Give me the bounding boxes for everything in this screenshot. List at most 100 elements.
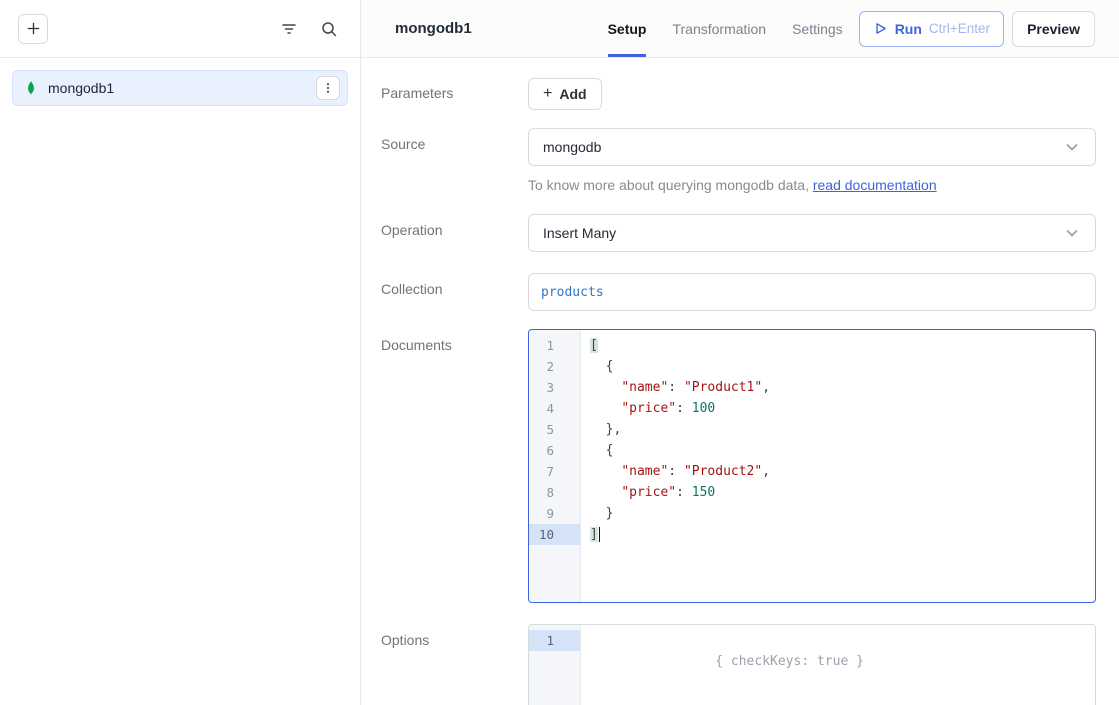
code-line[interactable]: "name": "Product1", [590, 377, 1095, 398]
code-line[interactable]: { checkKeys: true } [590, 630, 1095, 651]
code-line[interactable]: { [590, 440, 1095, 461]
collection-value: products [541, 285, 604, 300]
code-token: }, [590, 422, 621, 437]
source-label: Source [381, 128, 528, 193]
options-label: Options [381, 624, 528, 705]
code-token: "price" [621, 401, 676, 416]
options-editor[interactable]: 1 { checkKeys: true } [528, 624, 1096, 705]
source-helper-text: To know more about querying mongodb data… [528, 177, 1096, 193]
parameters-label: Parameters [381, 78, 528, 110]
documents-editor[interactable]: 12345678910 [ { "name": "Product1", "pri… [528, 329, 1096, 603]
line-number: 1 [529, 630, 580, 651]
code-line[interactable]: "name": "Product2", [590, 461, 1095, 482]
collection-label: Collection [381, 273, 528, 311]
code-line[interactable]: "price": 150 [590, 482, 1095, 503]
code-token [590, 380, 621, 395]
code-line[interactable]: "price": 100 [590, 398, 1095, 419]
code-token: { [590, 443, 613, 458]
run-label: Run [895, 21, 922, 37]
add-parameter-button[interactable]: + Add [528, 78, 602, 110]
plus-icon [26, 21, 41, 36]
tab-settings[interactable]: Settings [792, 0, 843, 57]
code-token [590, 401, 621, 416]
code-token: : [676, 485, 692, 500]
add-query-button[interactable] [18, 14, 48, 44]
query-list-item-mongodb1[interactable]: mongodb1 [12, 70, 348, 106]
kebab-menu-button[interactable] [316, 76, 340, 100]
line-number: 2 [529, 356, 580, 377]
query-form: Parameters + Add Source mongodb [361, 58, 1119, 705]
line-number: 10 [529, 524, 580, 545]
operation-select[interactable]: Insert Many [528, 214, 1096, 252]
tab-setup[interactable]: Setup [608, 0, 647, 57]
run-button[interactable]: Run Ctrl+Enter [859, 11, 1004, 47]
mongodb-icon [23, 80, 39, 96]
line-number: 5 [529, 419, 580, 440]
add-parameter-label: Add [559, 86, 586, 102]
operation-label: Operation [381, 214, 528, 252]
code-token: } [590, 506, 613, 521]
code-line[interactable]: ] [590, 524, 1095, 545]
tabs: Setup Transformation Settings [608, 0, 843, 57]
documents-row: Documents 12345678910 [ { "name": "Produ… [381, 329, 1096, 603]
line-number: 7 [529, 461, 580, 482]
code-token: : [676, 401, 692, 416]
code-token: "Product2" [684, 464, 762, 479]
code-token: : [668, 380, 684, 395]
documents-label: Documents [381, 329, 528, 603]
query-sidebar: mongodb1 [0, 0, 361, 705]
chevron-down-icon [1063, 138, 1081, 156]
line-number: 8 [529, 482, 580, 503]
documents-gutter: 12345678910 [529, 330, 581, 602]
code-token [590, 464, 621, 479]
options-code[interactable]: { checkKeys: true } [581, 625, 1095, 705]
search-icon[interactable] [316, 16, 342, 42]
chevron-down-icon [1063, 224, 1081, 242]
read-documentation-link[interactable]: read documentation [813, 177, 937, 193]
kebab-icon [322, 82, 334, 94]
sidebar-header [0, 0, 360, 58]
source-row: Source mongodb To know more about queryi… [381, 128, 1096, 193]
code-token: "price" [621, 485, 676, 500]
line-number: 4 [529, 398, 580, 419]
tab-transformation[interactable]: Transformation [672, 0, 766, 57]
code-token: { [590, 359, 613, 374]
helper-prefix: To know more about querying mongodb data… [528, 177, 813, 193]
line-number: 9 [529, 503, 580, 524]
filter-icon[interactable] [276, 16, 302, 42]
query-list: mongodb1 [0, 58, 360, 118]
code-token [590, 485, 621, 500]
code-line[interactable]: [ [590, 335, 1095, 356]
code-token: ] [590, 527, 598, 542]
code-line[interactable]: } [590, 503, 1095, 524]
parameters-row: Parameters + Add [381, 78, 1096, 110]
query-header: mongodb1 Setup Transformation Settings R… [361, 0, 1119, 58]
options-placeholder: { checkKeys: true } [715, 654, 864, 669]
code-token: , [762, 380, 770, 395]
header-actions: Run Ctrl+Enter Preview [859, 0, 1095, 57]
code-token: [ [590, 338, 598, 353]
code-token: 150 [692, 485, 715, 500]
code-token: "name" [621, 380, 668, 395]
operation-row: Operation Insert Many [381, 214, 1096, 252]
code-token: "name" [621, 464, 668, 479]
code-token: "Product1" [684, 380, 762, 395]
line-number: 3 [529, 377, 580, 398]
collection-input[interactable]: products [528, 273, 1096, 311]
line-number: 1 [529, 335, 580, 356]
source-select-value: mongodb [543, 139, 601, 155]
plus-icon: + [543, 86, 552, 102]
run-shortcut: Ctrl+Enter [929, 21, 990, 36]
code-token: 100 [692, 401, 715, 416]
app-window: mongodb1 mongodb1 Setup Transformation S… [0, 0, 1119, 705]
options-row: Options 1 { checkKeys: true } [381, 624, 1096, 705]
source-select[interactable]: mongodb [528, 128, 1096, 166]
documents-code[interactable]: [ { "name": "Product1", "price": 100 }, … [581, 330, 1095, 602]
play-icon [873, 21, 888, 36]
code-token: : [668, 464, 684, 479]
code-token: , [762, 464, 770, 479]
code-line[interactable]: }, [590, 419, 1095, 440]
preview-button[interactable]: Preview [1012, 11, 1095, 47]
code-line[interactable]: { [590, 356, 1095, 377]
collection-row: Collection products [381, 273, 1096, 311]
